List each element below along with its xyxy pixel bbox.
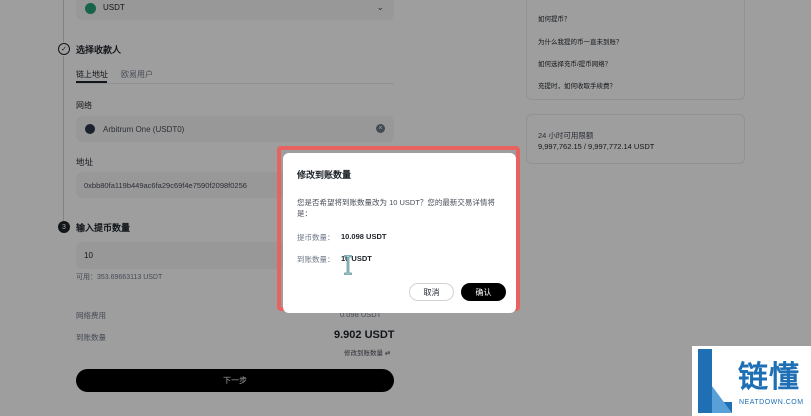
neatdown-logo-icon bbox=[698, 349, 732, 413]
receive-amount-label: 到账数量： bbox=[297, 255, 335, 264]
modal-body: 您是否希望将到账数量改为 10 USDT？您的最新交易详情将是： bbox=[297, 198, 495, 218]
withdraw-amount-value: 10.098 USDT bbox=[341, 232, 387, 241]
text-cursor-icon bbox=[343, 254, 353, 280]
watermark-brand: 链懂 bbox=[738, 361, 800, 394]
edit-received-modal: 修改到账数量 您是否希望将到账数量改为 10 USDT？您的最新交易详情将是： … bbox=[283, 153, 516, 313]
modal-title: 修改到账数量 bbox=[297, 170, 352, 180]
cancel-button[interactable]: 取消 bbox=[409, 283, 454, 301]
watermark-logo: 链懂 NEATDOWN.COM bbox=[692, 346, 811, 416]
withdraw-amount-label: 提币数量： bbox=[297, 233, 335, 242]
watermark-site: NEATDOWN.COM bbox=[739, 399, 804, 406]
confirm-button[interactable]: 确认 bbox=[461, 283, 506, 301]
